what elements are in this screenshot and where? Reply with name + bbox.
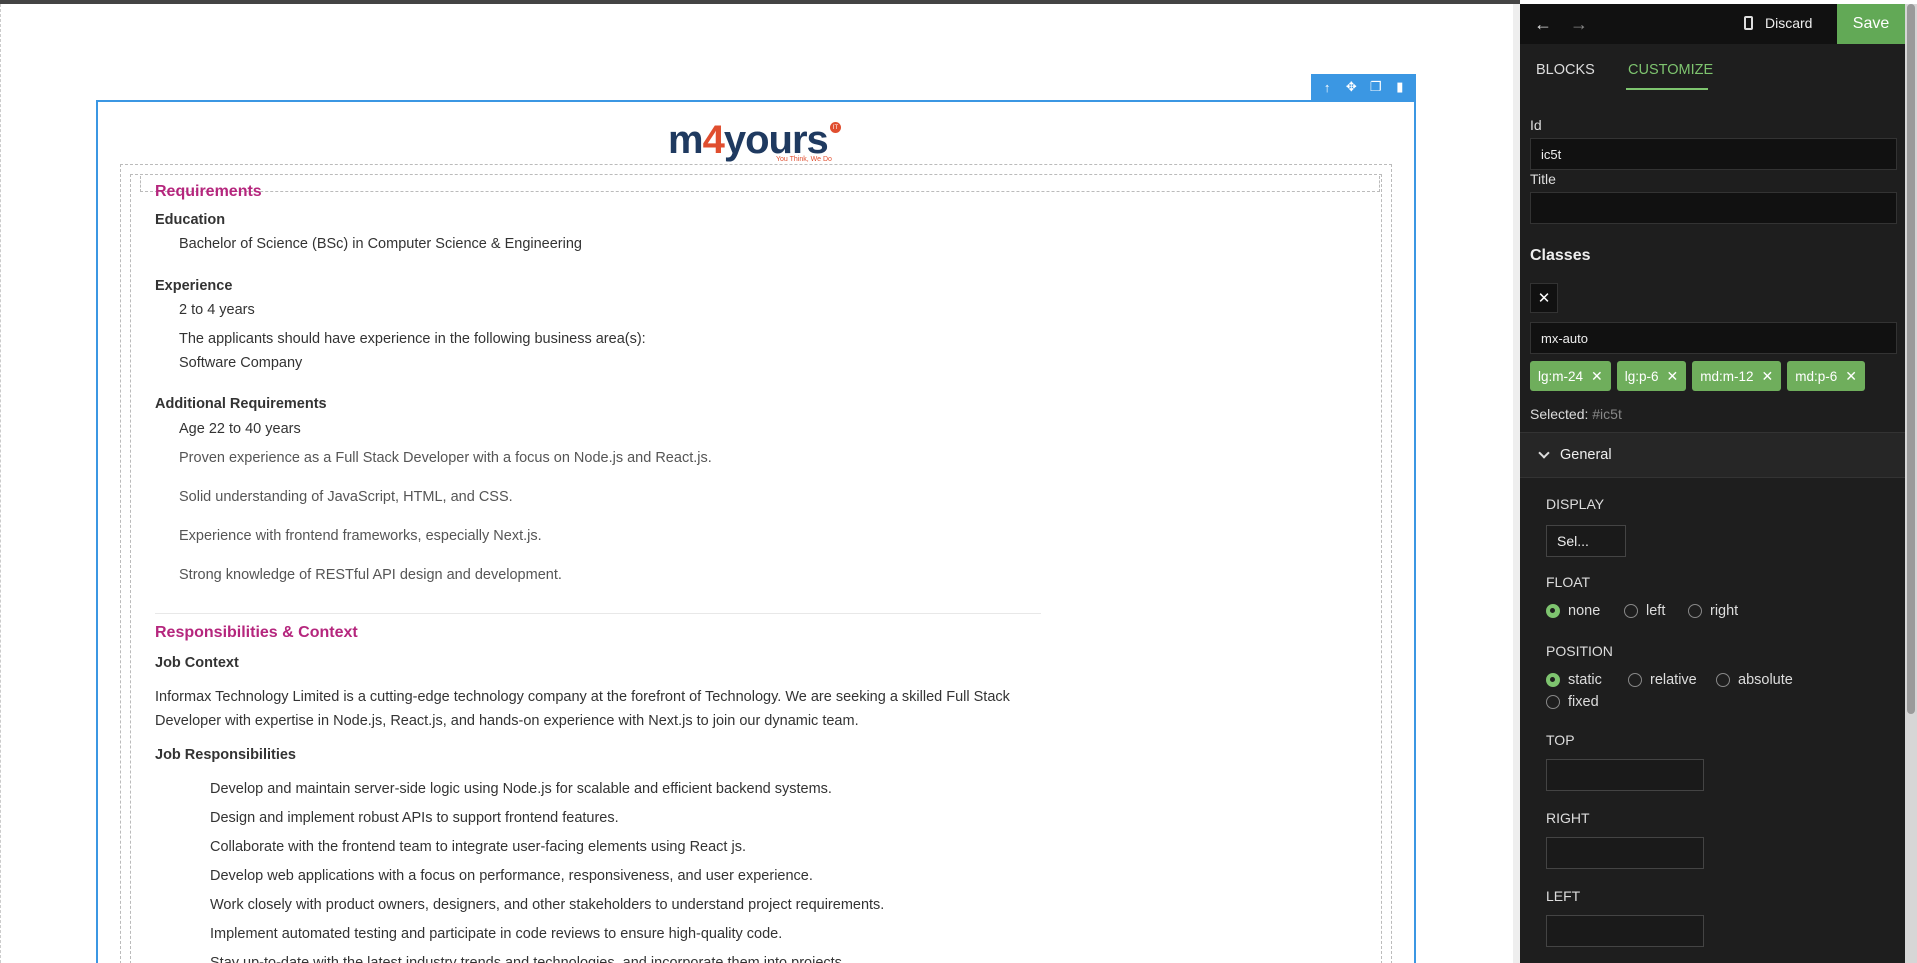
discard-button[interactable]: Discard	[1744, 15, 1812, 31]
position-label: Position	[1546, 643, 1613, 659]
additional-item: Age 22 to 40 years	[179, 421, 301, 437]
experience-area: Software Company	[179, 355, 303, 371]
divider	[155, 613, 1041, 614]
right-input[interactable]	[1546, 837, 1704, 869]
experience-areas-intro: The applicants should have experience in…	[179, 331, 646, 347]
top-label: Top	[1546, 732, 1575, 748]
responsibility-item: Collaborate with the frontend team to in…	[210, 839, 746, 855]
class-chip[interactable]: lg:m-24 ✕	[1530, 361, 1611, 391]
responsibility-item: Implement automated testing and particip…	[210, 926, 783, 942]
id-input[interactable]: ic5t	[1530, 138, 1897, 170]
scrollbar-thumb[interactable]	[1907, 4, 1915, 714]
classes-heading: Classes	[1530, 247, 1591, 264]
redo-icon[interactable]: →	[1570, 14, 1588, 35]
experience-years: 2 to 4 years	[179, 302, 255, 318]
responsibility-item: Develop web applications with a focus on…	[210, 868, 813, 884]
class-chip[interactable]: md:m-12 ✕	[1692, 361, 1782, 391]
job-responsibilities-heading: Job Responsibilities	[155, 747, 296, 763]
additional-item: Proven experience as a Full Stack Develo…	[179, 450, 712, 466]
panel-tabs: BLOCKS CUSTOMIZE	[1520, 44, 1905, 94]
mobile-preview-icon[interactable]	[1744, 16, 1753, 30]
float-none-radio[interactable]: none	[1546, 603, 1600, 619]
remove-icon[interactable]: ✕	[1845, 368, 1857, 385]
position-relative-radio[interactable]: relative	[1628, 672, 1697, 688]
chevron-down-icon	[1538, 447, 1550, 459]
education-heading: Education	[155, 212, 226, 228]
copy-icon[interactable]: ❐	[1367, 78, 1385, 96]
class-chip[interactable]: lg:p-6 ✕	[1616, 361, 1687, 391]
panel-scrollbar[interactable]	[1905, 4, 1917, 963]
responsibility-item: Design and implement robust APIs to supp…	[210, 810, 619, 826]
float-right-radio[interactable]: right	[1688, 603, 1738, 619]
additional-item: Strong knowledge of RESTful API design a…	[179, 567, 562, 583]
general-section-header[interactable]: General	[1520, 432, 1905, 478]
undo-icon[interactable]: ←	[1534, 14, 1552, 35]
position-fixed-radio[interactable]: fixed	[1546, 694, 1599, 710]
left-input[interactable]	[1546, 915, 1704, 947]
remove-icon[interactable]: ✕	[1591, 368, 1603, 385]
arrow-up-icon[interactable]: ↑	[1318, 78, 1336, 96]
additional-heading: Additional Requirements	[155, 396, 327, 412]
additional-item: Solid understanding of JavaScript, HTML,…	[179, 489, 513, 505]
position-absolute-radio[interactable]: absolute	[1716, 672, 1793, 688]
tab-customize[interactable]: CUSTOMIZE	[1628, 62, 1713, 78]
additional-item: Experience with frontend frameworks, esp…	[179, 528, 542, 544]
display-select[interactable]: Sel...	[1546, 525, 1626, 557]
responsibilities-title: Responsibilities & Context	[155, 624, 358, 641]
requirements-title: Requirements	[155, 183, 262, 200]
right-label: Right	[1546, 810, 1590, 826]
component-toolbar: ↑ ✥ ❐ ▮	[1311, 74, 1416, 100]
remove-icon[interactable]: ✕	[1762, 368, 1774, 385]
education-value: Bachelor of Science (BSc) in Computer Sc…	[179, 236, 582, 252]
close-icon[interactable]: ✕	[1530, 283, 1558, 313]
left-label: Left	[1546, 888, 1581, 904]
save-button[interactable]: Save	[1837, 4, 1905, 44]
tab-active-indicator	[1626, 88, 1708, 90]
customize-panel: ← → Discard Save BLOCKS CUSTOMIZE Id ic5…	[1520, 4, 1905, 963]
logo-tagline: You Think, We Do	[776, 156, 832, 163]
class-chip[interactable]: md:p-6 ✕	[1787, 361, 1866, 391]
responsibility-item: Work closely with product owners, design…	[210, 897, 885, 913]
position-static-radio[interactable]: static	[1546, 672, 1602, 688]
class-chips: lg:m-24 ✕ lg:p-6 ✕ md:m-12 ✕ md:p-6 ✕	[1530, 361, 1866, 391]
job-context-heading: Job Context	[155, 655, 239, 671]
top-input[interactable]	[1546, 759, 1704, 791]
company-logo: m4yours You Think, We Do IT	[668, 120, 848, 166]
job-context-text: Informax Technology Limited is a cutting…	[155, 689, 1010, 729]
responsibility-item: Develop and maintain server-side logic u…	[210, 781, 832, 797]
class-input[interactable]: mx-auto	[1530, 322, 1897, 354]
logo-badge: IT	[830, 122, 841, 133]
title-input[interactable]	[1530, 192, 1897, 224]
canvas-scrollbar[interactable]	[1513, 4, 1520, 963]
float-label: Float	[1546, 574, 1591, 590]
experience-heading: Experience	[155, 278, 233, 294]
id-label: Id	[1530, 117, 1542, 133]
trash-icon[interactable]: ▮	[1391, 78, 1409, 96]
responsibility-item: Stay up-to-date with the latest industry…	[210, 955, 846, 963]
panel-topbar: ← → Discard Save	[1520, 4, 1905, 44]
display-label: Display	[1546, 496, 1605, 512]
tab-blocks[interactable]: BLOCKS	[1536, 62, 1595, 78]
selected-indicator: Selected: #ic5t	[1530, 406, 1622, 422]
float-left-radio[interactable]: left	[1624, 603, 1665, 619]
move-icon[interactable]: ✥	[1342, 78, 1360, 96]
header-container[interactable]	[140, 176, 1380, 192]
remove-icon[interactable]: ✕	[1667, 368, 1679, 385]
title-label: Title	[1530, 171, 1556, 187]
